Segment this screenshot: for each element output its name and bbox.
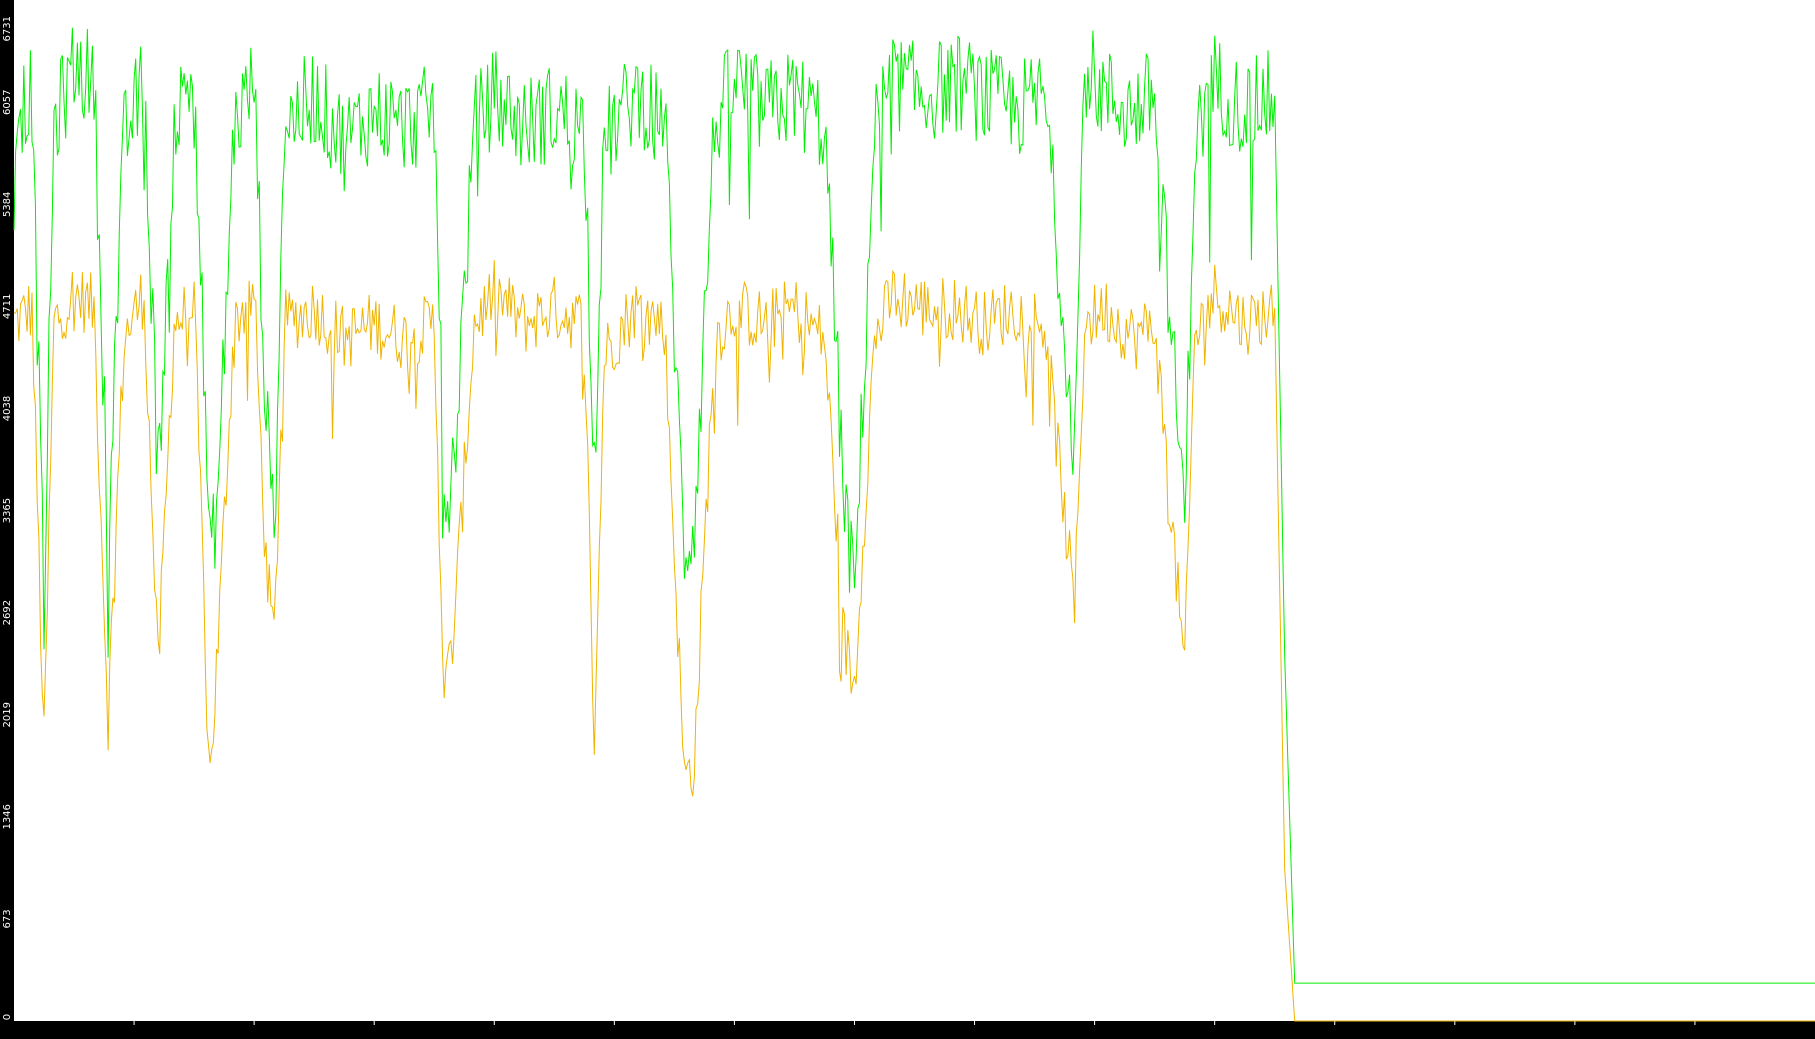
chart-svg: 0 673 1346 2019 2692 3365 4038 4711 5384 6057 6731… [0, 0, 1815, 1039]
y-tick-label: 1346 [2, 804, 13, 829]
y-tick-label: 4711 [2, 294, 13, 319]
line-chart: 0 673 1346 2019 2692 3365 4038 4711 5384 6057 6731… [0, 0, 1815, 1039]
x-tick-label: 14:07 [840, 1027, 869, 1038]
y-tick-label: 6731 [2, 16, 13, 41]
y-tick-label: 3365 [2, 498, 13, 523]
x-tick-label: 14:13 [1560, 1027, 1589, 1038]
y-tick-label: 6057 [2, 90, 13, 115]
x-tick-label: 14:14 [1681, 1027, 1710, 1038]
x-tick-label: 14:03 [360, 1027, 389, 1038]
x-axis-band [0, 1021, 1815, 1039]
x-tick-label: 14:06 [720, 1027, 749, 1038]
y-tick-label: 2019 [2, 702, 13, 727]
x-tick-label: 14:01 [120, 1027, 149, 1038]
y-tick-label: 5384 [2, 192, 13, 217]
x-tick-label: 14:05 [600, 1027, 629, 1038]
x-tick-label: 14:02 [240, 1027, 269, 1038]
x-tick-label: 14:09 [1080, 1027, 1109, 1038]
y-tick-label: 0 [2, 1014, 13, 1020]
y-tick-label: 673 [2, 909, 13, 928]
x-tick-label: 14:11 [1320, 1027, 1349, 1038]
x-tick-label: 14:04 [480, 1027, 509, 1038]
y-tick-label: 2692 [2, 600, 13, 625]
y-tick-label: 4038 [2, 396, 13, 421]
x-tick-label: 14:08 [960, 1027, 989, 1038]
x-tick-label: 14:10 [1200, 1027, 1229, 1038]
x-tick-label: 14:12 [1440, 1027, 1469, 1038]
